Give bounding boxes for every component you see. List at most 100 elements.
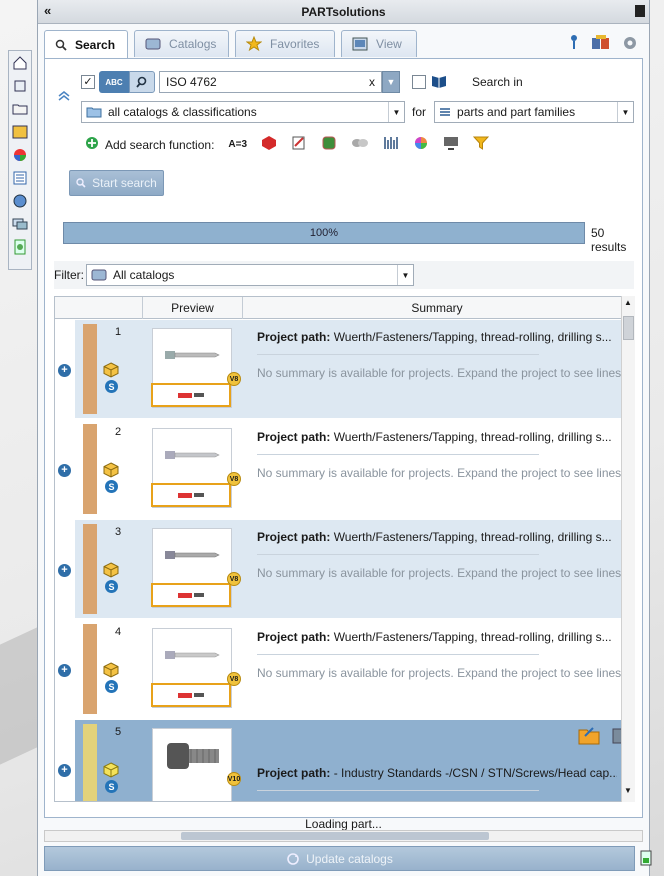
open-folder-icon[interactable] — [577, 724, 603, 749]
result-row-5[interactable]: + 5 S V10 Project path: - Industry Stand… — [55, 720, 629, 801]
project-path: Project path: Wuerth/Fasteners/Tapping, … — [257, 330, 617, 344]
project-path-value: Wuerth/Fasteners/Tapping, thread-rolling… — [333, 530, 612, 544]
globe-icon[interactable] — [10, 191, 30, 211]
geometry-search-icon[interactable] — [261, 135, 277, 154]
collapse-button[interactable]: « — [44, 3, 51, 18]
filter-select[interactable]: All catalogs ▼ — [86, 264, 414, 286]
result-row-4[interactable]: + 4 S V8 Project path: Wuerth/Fasteners/… — [55, 620, 629, 720]
standard-badge-icon: S — [105, 480, 118, 493]
project-path: Project path: Wuerth/Fasteners/Tapping, … — [257, 430, 617, 444]
update-catalogs-label: Update catalogs — [306, 851, 393, 866]
start-search-button[interactable]: Start search — [69, 170, 164, 196]
top-toolbar — [567, 34, 639, 55]
tab-view[interactable]: View — [341, 30, 418, 57]
scroll-up-icon[interactable]: ▲ — [624, 298, 632, 307]
search-enabled-checkbox[interactable]: ✓ — [81, 75, 95, 89]
chat-icon[interactable] — [10, 214, 30, 234]
row-status-stripe — [83, 624, 97, 714]
part-search-icon[interactable] — [351, 136, 369, 153]
filter-value: All catalogs — [113, 268, 175, 282]
tab-view-label: View — [376, 37, 402, 51]
screw-thumbnail-icon — [165, 451, 220, 459]
catalogs-icon — [145, 38, 161, 50]
monitor-search-icon[interactable] — [443, 135, 459, 154]
grid-header-summary[interactable]: Summary — [243, 297, 629, 319]
expand-plus-icon[interactable]: + — [58, 364, 71, 377]
project-path-value: Wuerth/Fasteners/Tapping, thread-rolling… — [333, 430, 612, 444]
part-preview[interactable] — [151, 428, 232, 508]
book-icon[interactable] — [430, 73, 448, 92]
cube-icon — [103, 662, 119, 678]
attribute-search-icon[interactable]: A=3 — [228, 139, 247, 150]
project-path: Project path: Wuerth/Fasteners/Tapping, … — [257, 530, 617, 544]
list-tool-icon[interactable] — [10, 168, 30, 188]
version-badge: V8 — [227, 472, 241, 486]
sketch-search-icon[interactable] — [291, 135, 307, 154]
project-path-label: Project path: — [257, 330, 331, 344]
settings-gear-icon[interactable] — [621, 34, 639, 55]
part-preview[interactable] — [152, 728, 232, 801]
search-query-row: ✓ ABC ISO 4762 x ▼ Search in — [81, 71, 523, 93]
horizontal-scrollbar-thumb[interactable] — [181, 832, 489, 840]
search-icon — [55, 39, 67, 51]
fulltext-mode-button[interactable]: ABC — [99, 71, 129, 93]
expand-plus-icon[interactable]: + — [58, 564, 71, 577]
filter-icon[interactable] — [472, 135, 490, 154]
horizontal-scrollbar[interactable] — [44, 830, 643, 842]
catalog-status-icon[interactable] — [640, 850, 652, 869]
search-history-dropdown[interactable]: ▼ — [382, 71, 400, 93]
tab-strip: Search Catalogs Favorites View — [44, 30, 423, 59]
scrollbar-thumb[interactable] — [623, 316, 634, 340]
tab-favorites[interactable]: Favorites — [235, 30, 336, 57]
color-search-icon[interactable] — [413, 135, 429, 154]
part-preview[interactable] — [151, 628, 232, 708]
clear-search-button[interactable]: x — [369, 75, 375, 89]
pin-icon[interactable] — [567, 34, 581, 55]
partsolutions-panel: « PARTsolutions Search Catalogs Favorite… — [37, 0, 652, 876]
leaf-tool-icon[interactable] — [10, 237, 30, 257]
search-in-checkbox[interactable] — [412, 75, 426, 89]
home-icon[interactable] — [10, 53, 30, 73]
cube-icon — [103, 562, 119, 578]
tab-search[interactable]: Search — [44, 30, 129, 59]
shape-search-icon[interactable] — [321, 135, 337, 154]
image-tool-icon[interactable] — [10, 122, 30, 142]
expand-plus-icon[interactable]: + — [58, 464, 71, 477]
left-toolbar — [8, 50, 32, 270]
color-wheel-icon[interactable] — [10, 145, 30, 165]
cube-tool-icon[interactable] — [10, 76, 30, 96]
catalogs-small-icon — [91, 269, 107, 281]
result-row-2[interactable]: + 2 S V8 Project path: Wuerth/Fasteners/… — [55, 420, 629, 520]
row-number: 2 — [115, 426, 122, 438]
catalog-scope-select[interactable]: all catalogs & classifications ▼ — [81, 101, 405, 123]
result-row-3[interactable]: + 3 S V8 Project path: Wuerth/Fasteners/… — [55, 520, 629, 620]
grid-header-preview[interactable]: Preview — [143, 297, 243, 319]
barcode-search-icon[interactable] — [383, 135, 399, 154]
standard-badge-icon: S — [105, 580, 118, 593]
tab-catalogs[interactable]: Catalogs — [134, 30, 230, 57]
result-row-1[interactable]: + 1 S V8 Project path: Wuerth/Fasteners/… — [55, 320, 629, 420]
catalog-manager-icon[interactable] — [591, 34, 611, 55]
scroll-down-icon[interactable]: ▼ — [624, 786, 632, 795]
folder-icon[interactable] — [10, 99, 30, 119]
update-catalogs-button[interactable]: Update catalogs — [44, 846, 635, 871]
row-number: 5 — [115, 726, 122, 738]
grid-vertical-scrollbar[interactable]: ▲ ▼ — [621, 296, 635, 802]
search-function-icons: A=3 — [228, 135, 490, 154]
project-path-label: Project path: — [257, 430, 331, 444]
minimize-button[interactable] — [635, 5, 645, 17]
add-function-icon[interactable] — [85, 136, 99, 153]
expand-plus-icon[interactable]: + — [58, 664, 71, 677]
part-preview[interactable] — [151, 328, 232, 408]
search-target-select[interactable]: parts and part families ▼ — [434, 101, 635, 123]
standard-badge-icon: S — [105, 680, 118, 693]
search-content: ✓ ABC ISO 4762 x ▼ Search in all catalog… — [44, 58, 643, 818]
collapse-options-icon[interactable] — [57, 89, 71, 106]
search-input[interactable]: ISO 4762 x — [159, 71, 382, 93]
chevron-down-icon: ▼ — [617, 102, 633, 122]
search-mode-button[interactable] — [129, 71, 155, 93]
grid-header-blank — [55, 297, 143, 319]
expand-plus-icon[interactable]: + — [58, 764, 71, 777]
part-preview[interactable] — [151, 528, 232, 608]
standard-badge-icon: S — [105, 780, 118, 793]
